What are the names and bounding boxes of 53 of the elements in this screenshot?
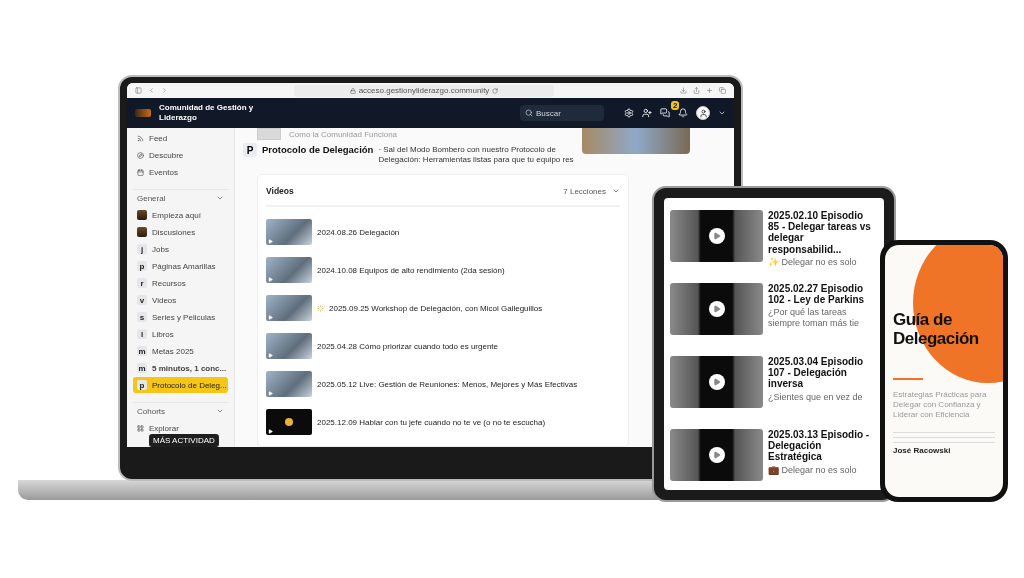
search-field[interactable]: Buscar [520,105,604,121]
sidebar-item[interactable]: p Páginas Amarillas [133,258,228,274]
lesson-title[interactable]: 2025.05.12 Live: Gestión de Reuniones: Menos, Mejores y Más Efectivas [317,379,578,389]
notification-count: 2 [671,101,680,110]
space-letter: m [137,346,147,356]
space-letter: v [137,295,147,305]
group-header[interactable]: Cohorts [133,402,228,419]
community-name[interactable]: Comunidad de Gestión y Liderazgo [159,103,269,123]
episode-excerpt: 💼 Delegar no es solo [768,464,858,475]
episode-excerpt: ✨ Delegar no es solo [768,256,858,268]
space-letter: p [137,380,147,390]
tooltip: MÁS ACTIVIDAD [149,434,219,447]
group-header[interactable]: General [133,189,228,206]
lesson-title[interactable]: 2025.12.09 Hablar con tu jefe cuando no te ve (o no te escucha) [317,417,546,427]
lesson-title[interactable]: 2025.04.28 Cómo priorizar cuando todo es urgente [317,341,498,351]
space-letter: l [137,329,147,339]
page-title: Protocolo de Delegación [262,143,374,157]
space-letter: P [243,143,257,157]
address-bar[interactable]: acceso.gestionyliderazgo.community [294,84,554,97]
sidebar-item[interactable]: p Protocolo de Deleg... [133,377,228,393]
space-letter: m [137,363,147,373]
lesson-title[interactable]: 2024.10.08 Equipos de alto rendimiento (2da sesión) [317,265,505,275]
sidebar-item[interactable]: Empieza aquí [133,207,228,223]
sidebar-item[interactable]: Descubre [133,147,228,163]
section-title: Videos [266,186,294,196]
sidebar-item[interactable]: j Jobs [133,241,228,257]
lesson-title[interactable]: 2024.08.26 Delegación [317,227,400,237]
sidebar-item[interactable]: m 5 minutos, 1 conc... [133,360,228,376]
lesson-count: 7 Lecciones [563,186,606,196]
episode-excerpt: ¿Sientes que en vez de [768,391,864,402]
card-title: Como la Comunidad Funciona [289,129,398,139]
space-letter: r [137,278,147,288]
episode-title[interactable]: 2025.03.04 Episodio 107 - Delegación inversa [768,356,872,390]
sidebar-item[interactable]: m Metas 2025 [133,343,228,359]
sidebar-item[interactable]: Explorar [133,420,228,436]
sidebar-item[interactable]: r Recursos [133,275,228,291]
sidebar-item[interactable]: Eventos [133,164,228,180]
sidebar-item[interactable]: s Series y Peliculas [133,309,228,325]
book-author: José Racowski [893,446,952,456]
episode-excerpt: ¿Por qué las tareas siempre toman más tie [768,307,861,329]
episode-title[interactable]: 2025.02.10 Episodio 85 - Delegar tareas vs delegar responsabilid... [768,210,872,255]
episode-title[interactable]: 2025.02.27 Episodio 102 - Ley de Parkins [768,283,872,306]
lesson-title[interactable]: 2025.09.25 Workshop de Delegación, con Micol Galleguillos [329,303,543,313]
space-letter: j [137,244,147,254]
book-subtitle: Estrategias Prácticas para Delegar con Confianza y Liderar con Eficiencia [893,390,988,421]
space-letter: p [137,261,147,271]
sidebar-item[interactable]: Feed [133,130,228,146]
sidebar-item[interactable]: Discusiones [133,224,228,240]
sidebar-item[interactable]: v Videos [133,292,228,308]
space-letter: s [137,312,147,322]
sidebar-item[interactable]: l Libros [133,326,228,342]
episode-title[interactable]: 2025.03.13 Episodio - Delegación Estratégica [768,429,872,463]
page-description: · Sal del Modo Bombero con nuestro Protocolo de Delegación: Herramientas listas para que tu equipo res [378,144,575,165]
